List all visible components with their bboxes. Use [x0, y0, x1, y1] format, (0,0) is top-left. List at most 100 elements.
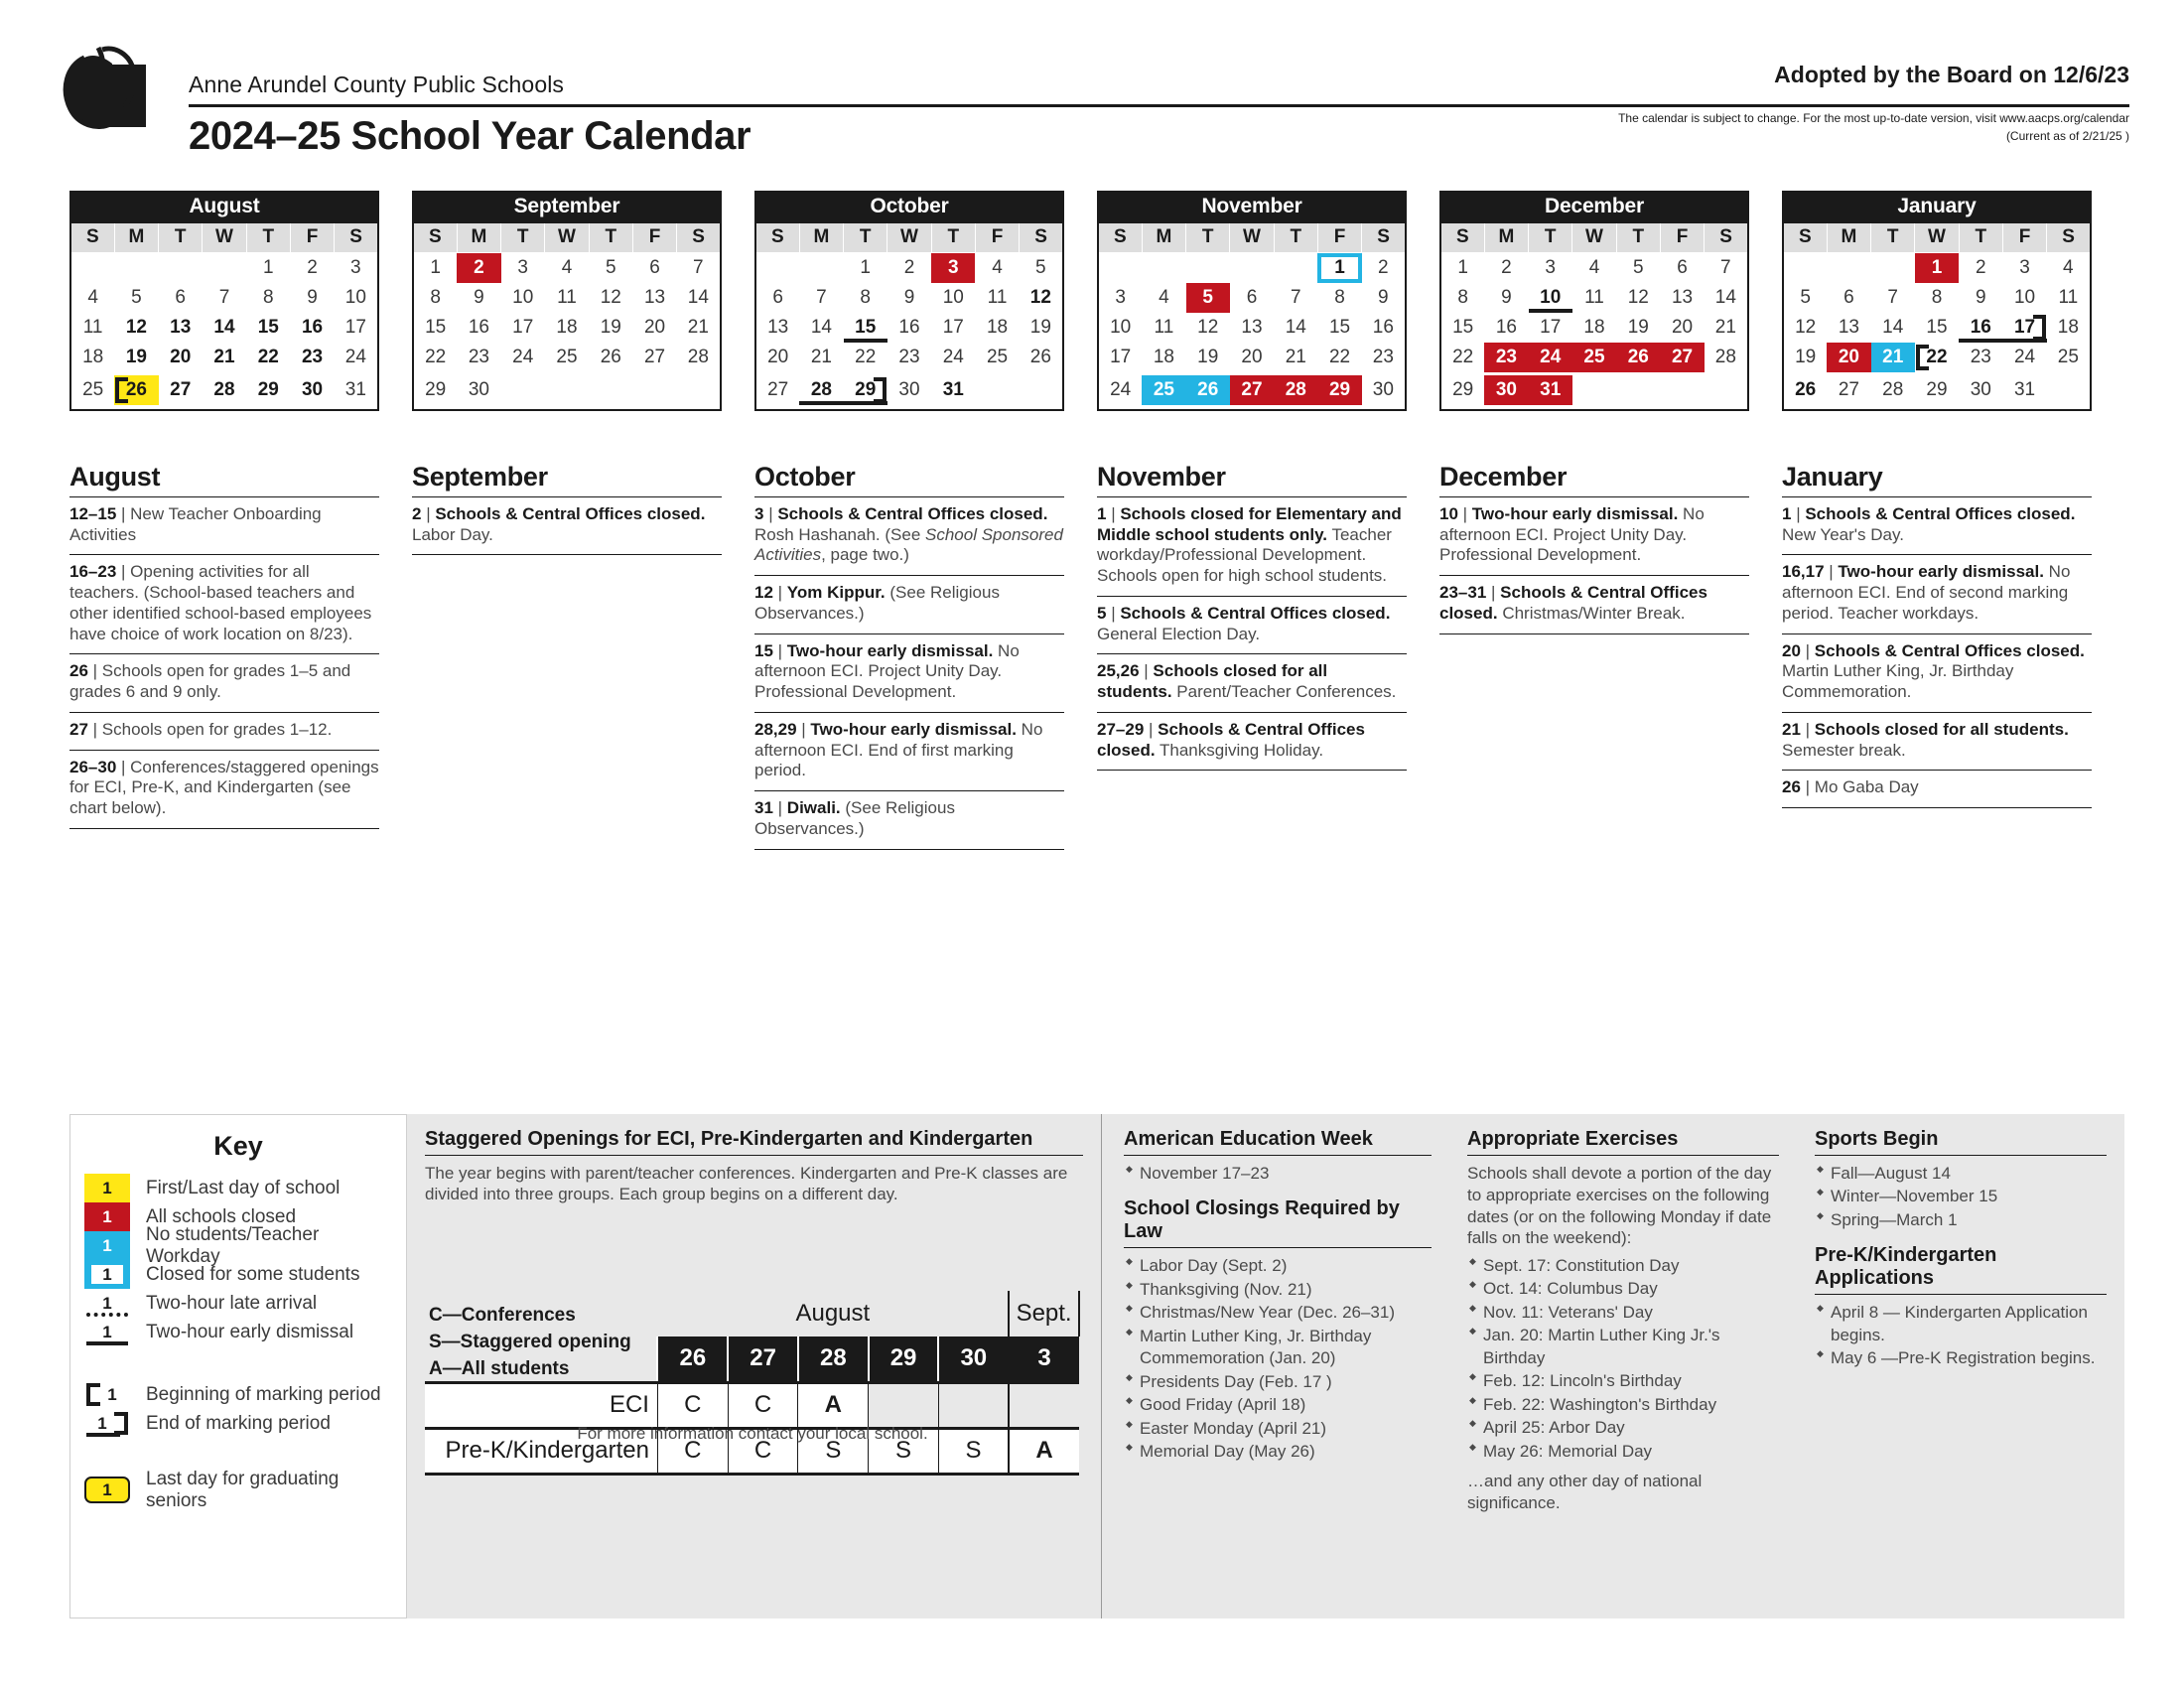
day-cell[interactable]: 13 [755, 313, 799, 343]
day-cell[interactable]: 13 [159, 313, 203, 343]
day-cell[interactable]: 16 [1362, 313, 1406, 343]
day-cell[interactable]: 24 [335, 343, 378, 372]
day-cell[interactable]: 12 [1616, 283, 1660, 313]
day-cell[interactable]: 26 [589, 343, 632, 372]
day-cell[interactable]: 17 [1529, 313, 1572, 343]
day-cell[interactable]: 4 [545, 252, 589, 283]
day-cell[interactable]: 18 [545, 313, 589, 343]
day-cell[interactable]: 9 [290, 283, 334, 313]
day-cell[interactable]: 28 [1274, 372, 1318, 410]
day-cell[interactable]: 21 [677, 313, 721, 343]
day-cell[interactable]: 11 [2047, 283, 2091, 313]
day-cell[interactable]: 9 [1362, 283, 1406, 313]
day-cell[interactable]: 12 [114, 313, 158, 343]
day-cell[interactable]: 2 [1484, 252, 1528, 283]
day-cell[interactable]: 17 [1098, 343, 1142, 372]
day-cell[interactable]: 25 [2047, 343, 2091, 372]
day-cell[interactable]: 5 [1616, 252, 1660, 283]
day-cell[interactable]: 4 [975, 252, 1019, 283]
day-cell[interactable]: 3 [2002, 252, 2046, 283]
day-cell[interactable]: 7 [677, 252, 721, 283]
day-cell[interactable]: 31 [335, 372, 378, 410]
day-cell[interactable]: 16 [290, 313, 334, 343]
day-cell[interactable]: 9 [1484, 283, 1528, 313]
day-cell[interactable]: 20 [1230, 343, 1274, 372]
day-cell[interactable]: 19 [1186, 343, 1230, 372]
day-cell[interactable]: 23 [1484, 342, 1529, 372]
day-cell[interactable]: 4 [1572, 252, 1616, 283]
day-cell[interactable]: 24 [2002, 343, 2046, 372]
day-cell[interactable]: 23 [457, 343, 500, 372]
day-cell[interactable]: 6 [632, 252, 676, 283]
day-cell[interactable]: 10 [335, 283, 378, 313]
day-cell[interactable]: 22 [1440, 343, 1484, 372]
day-cell[interactable]: 18 [70, 343, 114, 372]
day-cell[interactable]: 23 [290, 343, 334, 372]
day-cell[interactable]: 5 [114, 283, 158, 313]
day-cell[interactable]: 29 [844, 372, 887, 410]
day-cell[interactable]: 14 [1871, 313, 1915, 343]
day-cell[interactable]: 10 [501, 283, 545, 313]
day-cell[interactable]: 27 [1827, 372, 1870, 410]
day-cell[interactable]: 3 [335, 252, 378, 283]
day-cell[interactable]: 15 [413, 313, 457, 343]
day-cell[interactable]: 12 [589, 283, 632, 313]
day-cell[interactable]: 20 [1827, 342, 1871, 372]
day-cell[interactable]: 11 [545, 283, 589, 313]
day-cell[interactable]: 27 [755, 372, 799, 410]
day-cell[interactable]: 29 [1915, 372, 1959, 410]
day-cell[interactable]: 26 [1616, 342, 1661, 372]
day-cell[interactable]: 27 [1229, 372, 1275, 410]
day-cell[interactable]: 28 [677, 343, 721, 372]
day-cell[interactable]: 29 [246, 372, 290, 410]
day-cell[interactable]: 21 [1274, 343, 1317, 372]
day-cell[interactable]: 8 [246, 283, 290, 313]
day-cell[interactable]: 21 [203, 343, 246, 372]
day-cell[interactable]: 9 [1959, 283, 2002, 313]
day-cell[interactable]: 29 [1317, 372, 1362, 410]
day-cell[interactable]: 25 [70, 372, 114, 410]
day-cell[interactable]: 7 [1705, 252, 1748, 283]
day-cell[interactable]: 27 [159, 372, 203, 410]
day-cell[interactable]: 19 [114, 343, 158, 372]
day-cell[interactable]: 13 [632, 283, 676, 313]
day-cell[interactable]: 19 [1783, 343, 1827, 372]
day-cell[interactable]: 29 [1440, 372, 1484, 410]
day-cell[interactable]: 10 [1098, 313, 1142, 343]
day-cell[interactable]: 11 [1572, 283, 1616, 313]
day-cell[interactable]: 5 [1783, 283, 1827, 313]
day-cell[interactable]: 14 [1705, 283, 1748, 313]
day-cell[interactable]: 30 [457, 372, 500, 410]
day-cell[interactable]: 19 [1020, 313, 1063, 343]
day-cell[interactable]: 4 [1142, 283, 1185, 313]
day-cell[interactable]: 10 [2002, 283, 2046, 313]
day-cell[interactable]: 2 [1959, 252, 2002, 283]
day-cell[interactable]: 15 [1915, 313, 1959, 343]
day-cell[interactable]: 5 [589, 252, 632, 283]
day-cell[interactable]: 14 [677, 283, 721, 313]
day-cell[interactable]: 15 [844, 313, 887, 343]
day-cell[interactable]: 3 [1529, 252, 1572, 283]
day-cell[interactable]: 18 [975, 313, 1019, 343]
day-cell[interactable]: 2 [290, 252, 334, 283]
day-cell[interactable]: 23 [887, 343, 931, 372]
day-cell[interactable]: 31 [1528, 372, 1572, 410]
day-cell[interactable]: 23 [1362, 343, 1406, 372]
day-cell[interactable]: 16 [887, 313, 931, 343]
day-cell[interactable]: 14 [203, 313, 246, 343]
day-cell[interactable]: 28 [799, 372, 843, 410]
day-cell[interactable]: 24 [931, 343, 975, 372]
day-cell[interactable]: 20 [1660, 313, 1704, 343]
day-cell[interactable]: 28 [1871, 372, 1915, 410]
day-cell[interactable]: 2 [457, 252, 501, 283]
day-cell[interactable]: 2 [887, 252, 931, 283]
day-cell[interactable]: 10 [931, 283, 975, 313]
day-cell[interactable]: 7 [203, 283, 246, 313]
day-cell[interactable]: 20 [159, 343, 203, 372]
day-cell[interactable]: 3 [501, 252, 545, 283]
day-cell[interactable]: 21 [799, 343, 843, 372]
day-cell[interactable]: 24 [1098, 372, 1142, 410]
day-cell[interactable]: 2 [1362, 252, 1406, 283]
day-cell[interactable]: 31 [931, 372, 975, 410]
day-cell[interactable]: 6 [755, 283, 799, 313]
